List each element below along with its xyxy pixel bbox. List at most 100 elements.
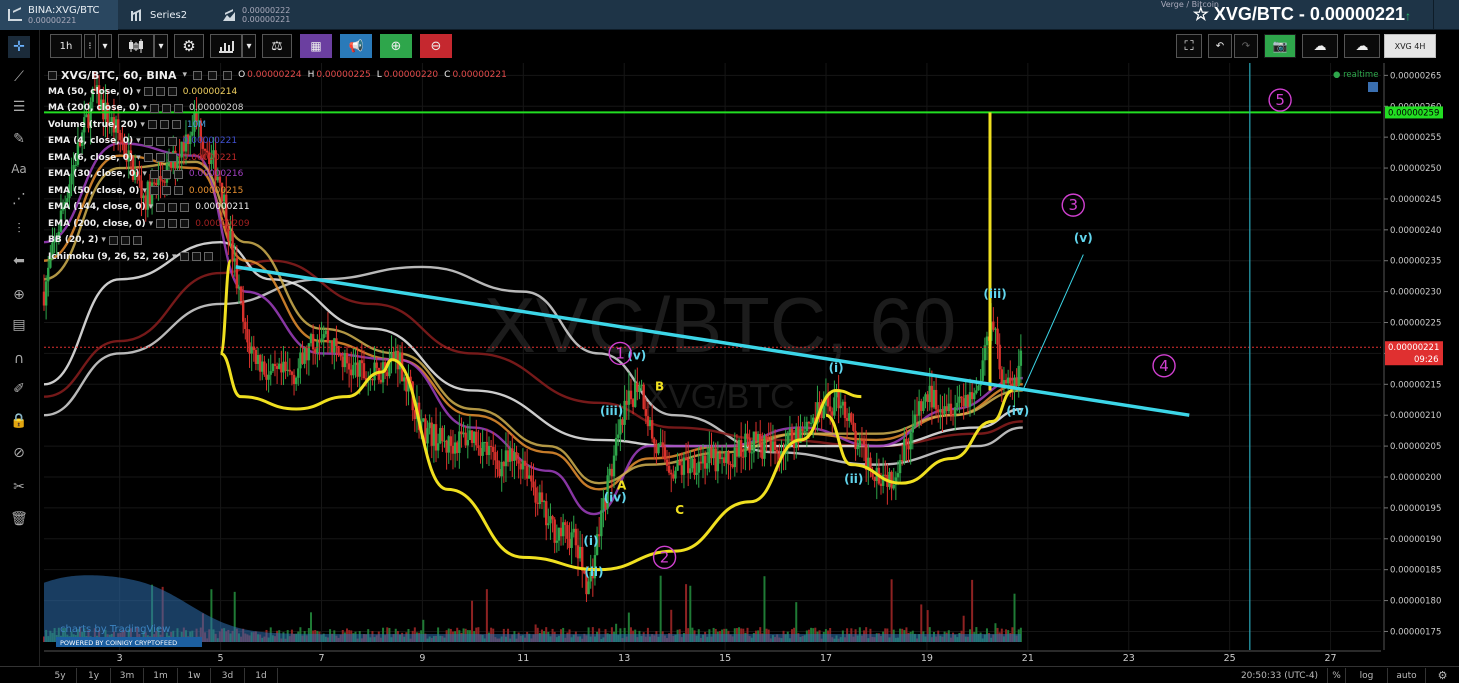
indicator-settings-icon[interactable] bbox=[120, 235, 130, 245]
indicator-eye-icon[interactable] bbox=[179, 252, 189, 262]
range-button-3d[interactable]: 3d bbox=[212, 668, 245, 683]
indicator-eye-icon[interactable] bbox=[156, 202, 166, 212]
axis-settings-button[interactable]: ⚙ bbox=[1426, 668, 1459, 683]
indicator-name[interactable]: MA (200, close, 0) bbox=[48, 103, 140, 113]
indicator-close-icon[interactable] bbox=[174, 103, 184, 113]
indicator-eye-icon[interactable] bbox=[143, 136, 153, 146]
indicator-dropdown-icon[interactable]: ▾ bbox=[140, 120, 145, 130]
indicator-settings-icon[interactable] bbox=[155, 153, 165, 163]
legend-eye-icon[interactable] bbox=[193, 70, 203, 80]
indicator-settings-icon[interactable] bbox=[168, 219, 178, 229]
indicator-close-icon[interactable] bbox=[203, 252, 213, 262]
indicator-close-icon[interactable] bbox=[171, 120, 181, 130]
indicator-eye-icon[interactable] bbox=[150, 103, 160, 113]
legend-indicator-row[interactable]: Volume (true, 20) ▾ 10M bbox=[48, 117, 507, 134]
candle-body bbox=[699, 461, 703, 464]
indicator-settings-icon[interactable] bbox=[155, 87, 165, 97]
indicator-value: 0.00000209 bbox=[195, 218, 250, 229]
indicator-dropdown-icon[interactable]: ▾ bbox=[143, 103, 148, 113]
legend-indicator-row[interactable]: MA (200, close, 0) ▾ 0.00000208 bbox=[48, 100, 507, 117]
range-button-5y[interactable]: 5y bbox=[44, 668, 77, 683]
indicator-dropdown-icon[interactable]: ▾ bbox=[101, 235, 106, 245]
indicator-eye-icon[interactable] bbox=[143, 87, 153, 97]
indicator-close-icon[interactable] bbox=[167, 136, 177, 146]
indicator-dropdown-icon[interactable]: ▾ bbox=[149, 202, 154, 212]
indicator-settings-icon[interactable] bbox=[162, 103, 172, 113]
indicator-close-icon[interactable] bbox=[132, 235, 142, 245]
legend-indicator-row[interactable]: EMA (4, close, 0) ▾ 0.00000221 bbox=[48, 133, 507, 150]
indicator-name[interactable]: BB (20, 2) bbox=[48, 235, 98, 245]
legend-close-icon[interactable] bbox=[223, 70, 233, 80]
candle-body bbox=[248, 342, 251, 354]
candle-body bbox=[275, 366, 279, 369]
candle-body bbox=[256, 354, 260, 364]
legend-settings-icon[interactable] bbox=[208, 70, 218, 80]
indicator-name[interactable]: MA (50, close, 0) bbox=[48, 87, 133, 97]
candle-body bbox=[909, 432, 912, 450]
indicator-name[interactable]: EMA (6, close, 0) bbox=[48, 153, 133, 163]
indicator-settings-icon[interactable] bbox=[161, 186, 171, 196]
indicator-name[interactable]: EMA (4, close, 0) bbox=[48, 136, 133, 146]
range-button-1w[interactable]: 1w bbox=[178, 668, 211, 683]
legend-indicator-row[interactable]: EMA (6, close, 0) ▾ 0.00000221 bbox=[48, 150, 507, 167]
indicator-settings-icon[interactable] bbox=[191, 252, 201, 262]
collapse-icon[interactable] bbox=[48, 70, 57, 80]
range-button-1y[interactable]: 1y bbox=[78, 668, 111, 683]
indicator-dropdown-icon[interactable]: ▾ bbox=[136, 153, 141, 163]
indicator-close-icon[interactable] bbox=[180, 202, 190, 212]
legend-symbol[interactable]: XVG/BTC, 60, BINA bbox=[61, 69, 177, 82]
indicator-eye-icon[interactable] bbox=[149, 186, 159, 196]
candle-body bbox=[727, 451, 730, 465]
indicator-name[interactable]: Volume (true, 20) bbox=[48, 120, 137, 130]
indicator-eye-icon[interactable] bbox=[143, 153, 153, 163]
indicator-eye-icon[interactable] bbox=[156, 219, 166, 229]
indicator-name[interactable]: EMA (50, close, 0) bbox=[48, 186, 139, 196]
range-button-3m[interactable]: 3m bbox=[111, 668, 144, 683]
legend-indicator-row[interactable]: EMA (50, close, 0) ▾ 0.00000215 bbox=[48, 183, 507, 200]
indicator-settings-icon[interactable] bbox=[161, 169, 171, 179]
candle-body bbox=[710, 447, 713, 459]
indicator-dropdown-icon[interactable]: ▾ bbox=[136, 87, 141, 97]
indicator-close-icon[interactable] bbox=[173, 186, 183, 196]
candle-body bbox=[879, 483, 883, 487]
legend-indicator-row[interactable]: EMA (144, close, 0) ▾ 0.00000211 bbox=[48, 199, 507, 216]
candle-body bbox=[587, 581, 590, 595]
indicator-close-icon[interactable] bbox=[180, 219, 190, 229]
indicator-name[interactable]: EMA (30, close, 0) bbox=[48, 169, 139, 179]
percent-toggle[interactable]: % bbox=[1328, 668, 1346, 683]
range-button-1d[interactable]: 1d bbox=[245, 668, 278, 683]
legend-indicator-row[interactable]: BB (20, 2) ▾ bbox=[48, 232, 507, 249]
candle-body bbox=[610, 468, 614, 477]
indicator-dropdown-icon[interactable]: ▾ bbox=[172, 252, 177, 262]
legend-indicator-row[interactable]: EMA (200, close, 0) ▾ 0.00000209 bbox=[48, 216, 507, 233]
log-toggle[interactable]: log bbox=[1346, 668, 1388, 683]
candle-body bbox=[375, 362, 378, 368]
indicator-eye-icon[interactable] bbox=[147, 120, 157, 130]
range-button-1m[interactable]: 1m bbox=[145, 668, 178, 683]
indicator-close-icon[interactable] bbox=[173, 169, 183, 179]
legend-indicator-row[interactable]: EMA (30, close, 0) ▾ 0.00000216 bbox=[48, 166, 507, 183]
candle-body bbox=[439, 427, 442, 444]
indicator-dropdown-icon[interactable]: ▾ bbox=[136, 136, 141, 146]
legend-indicator-row[interactable]: Ichimoku (9, 26, 52, 26) ▾ bbox=[48, 249, 507, 266]
indicator-dropdown-icon[interactable]: ▾ bbox=[142, 169, 147, 179]
indicator-name[interactable]: EMA (144, close, 0) bbox=[48, 202, 146, 212]
indicator-dropdown-icon[interactable]: ▾ bbox=[142, 186, 147, 196]
indicator-eye-icon[interactable] bbox=[149, 169, 159, 179]
indicator-settings-icon[interactable] bbox=[155, 136, 165, 146]
candle-body bbox=[254, 349, 258, 364]
indicator-close-icon[interactable] bbox=[167, 153, 177, 163]
indicator-settings-icon[interactable] bbox=[168, 202, 178, 212]
wave-circle-label: 1 bbox=[615, 344, 625, 362]
auto-toggle[interactable]: auto bbox=[1388, 668, 1426, 683]
legend-dropdown[interactable]: ▾ bbox=[183, 70, 188, 80]
indicator-close-icon[interactable] bbox=[167, 87, 177, 97]
candle-body bbox=[1004, 380, 1008, 384]
indicator-name[interactable]: EMA (200, close, 0) bbox=[48, 219, 146, 229]
indicator-settings-icon[interactable] bbox=[159, 120, 169, 130]
legend-indicator-row[interactable]: MA (50, close, 0) ▾ 0.00000214 bbox=[48, 84, 507, 101]
indicator-eye-icon[interactable] bbox=[108, 235, 118, 245]
indicator-dropdown-icon[interactable]: ▾ bbox=[149, 219, 154, 229]
indicator-name[interactable]: Ichimoku (9, 26, 52, 26) bbox=[48, 252, 169, 262]
candle-body bbox=[856, 446, 859, 450]
